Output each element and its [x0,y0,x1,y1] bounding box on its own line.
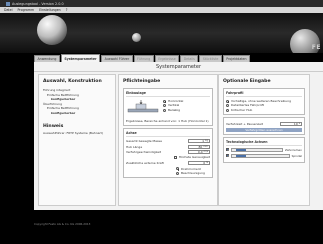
radio-icon [176,171,179,175]
menu-item-datei[interactable]: Datei [4,8,13,12]
genauigkeit-checkbox[interactable]: Höchste Genauigkeit [126,155,210,159]
field-masse: Gesamt bewegte Masse 1 kg [126,139,210,144]
main-panel: Systemparameter Auswahl, Konstruktion Fü… [34,62,323,210]
hub-input[interactable]: 80 mm [188,144,210,149]
technologie-box: Technologische Achsen Zahnriemen Spindel [223,136,305,163]
tab-ergebnisse[interactable]: Ergebnisse [154,55,180,62]
masse-input[interactable]: 1 kg [188,139,210,144]
brand-logo: FE [311,44,321,51]
menu-item-help[interactable]: ? [66,8,68,12]
tab-bar: Anwendung Systemparameter Auswahl Führer… [34,53,323,62]
field-label: Gesamt bewegte Masse [126,139,162,144]
field-zusatz: Zusätzliche externe Kraft 0N [126,161,210,166]
field-label: Zusätzliche externe Kraft [126,161,164,166]
radio-icon [176,167,180,171]
axis-spindel[interactable]: Spindel [226,154,302,158]
checkbox-label: Höchste Genauigkeit [178,155,210,160]
field-label: Hub Länge [126,144,143,149]
copyright-footer: Copyright Festo AG & Co. KG 2006-2013 [34,222,91,226]
radio-icon [163,104,166,108]
radio-icon [226,99,230,103]
fahrprofil-label: Fahrprofil [226,91,302,97]
checkbox-icon [226,148,230,152]
page-title: Systemparameter [34,62,323,72]
richtung-options: Drehmoment Beschleunigung [126,167,210,176]
construction-nav: Führung integriert Einfache Bettführung … [39,86,115,118]
menu-item-programm[interactable]: Programm [18,8,35,12]
radio-label: Beliebig [168,107,181,112]
decorative-sphere [132,33,141,42]
field-verfahrzeit: Verfahrzeit + Pausenzeit 10 s [226,121,302,126]
hinweis-heading: Hinweis [43,123,64,129]
achse-label: Achse [126,131,210,138]
tab-fuehrung[interactable]: Führung [133,55,154,62]
tab-auswahl-fuehrer[interactable]: Auswahl Führer [101,55,133,62]
axis-preview-icon [231,153,290,158]
input-unit: s [298,121,300,125]
geschwindigkeit-input[interactable]: 0,4 m/s [188,149,210,154]
app-icon [6,1,10,6]
field-label: Verfahrzeit + Pausenzeit [226,121,263,126]
left-heading: Auswahl, Konstruktion [43,79,102,84]
tab-systemparameter[interactable]: Systemparameter [60,54,101,62]
axis-preview-icon [231,147,283,152]
input-unit: kg [205,139,208,143]
menu-item-einstellungen[interactable]: Einstellungen [39,8,61,12]
radio-beliebig[interactable]: Beliebig [163,108,183,112]
mounting-diagram-icon [127,100,159,113]
input-unit: m/s [203,149,208,153]
hero-banner: FE [0,13,323,53]
technologie-label: Technologische Achsen [226,140,302,146]
radio-icon [163,99,167,103]
einbaulage-box: Einbaulage Horizontal Vertikal Beliebig … [123,88,213,127]
field-label: Verfahrgeschwindigkeit [126,149,162,154]
decorative-sphere [37,15,67,45]
tab-projektdaten[interactable]: Projektdaten [222,55,251,62]
radio-label: Beschleunigung [181,170,205,175]
radio-icon [163,108,166,112]
field-hub: Hub Länge 80 mm [126,144,210,149]
axis-zahnriemen[interactable]: Zahnriemen [226,148,302,152]
window-title: Auslegungstool - Version 2.0.0 [12,1,64,6]
mid-column: Pflichteingabe Einbaulage Horizontal Ver… [118,74,218,206]
tab-stueckliste[interactable]: Stückliste [199,55,222,62]
einbaulage-note: Ergebnisse, Bereiche anhand von: 1 Hub (… [126,119,209,123]
zusatz-input[interactable]: 0N [188,161,210,166]
axis-label: Zahnriemen [284,147,302,152]
calculate-button[interactable]: Verfahrgrößen ausrechnen [226,127,302,132]
input-value: 0 [203,161,206,166]
mid-heading: Pflichteingabe [123,79,161,84]
radio-icon [226,108,229,112]
hinweis-text: Auswahlführer: FRTP Systeme (Bahnart) [43,130,104,135]
achse-box: Achse Gesamt bewegte Masse 1 kg Hub Länge… [123,128,213,179]
verfahrzeit-box: Verfahrzeit + Pausenzeit 10 s Verfahrgröß… [223,117,305,135]
right-heading: Optionale Eingabe [223,79,271,84]
input-unit: N [206,161,208,165]
radio-fahrprofil-kritisch[interactable]: Kritischer Hub [226,108,302,112]
einbaulage-options: Horizontal Vertikal Beliebig [163,99,183,112]
tab-details[interactable]: Details [180,55,199,62]
left-column: Auswahl, Konstruktion Führung integriert… [38,74,116,206]
checkbox-icon [173,156,177,160]
fahrprofil-box: Fahrprofil Vorhaltige, ohne weiteren Bes… [223,88,305,116]
window-titlebar: Auslegungstool - Version 2.0.0 [0,0,323,7]
nav-item[interactable]: konfigurierbar [43,111,111,116]
field-geschwindigkeit: Verfahrgeschwindigkeit 0,4 m/s [126,149,210,154]
axis-label: Spindel [291,153,302,158]
radio-beschleunigung[interactable]: Beschleunigung [176,171,210,175]
tab-anwendung[interactable]: Anwendung [34,55,60,62]
input-unit: mm [203,144,208,148]
input-value: 0,4 [197,149,203,154]
einbaulage-label: Einbaulage [126,91,210,97]
input-value: 1 [202,139,205,144]
radio-label: Kritischer Hub [231,107,253,112]
input-value: 10 [293,121,298,126]
radio-icon [226,104,229,108]
right-column: Optionale Eingabe Fahrprofil Vorhaltige,… [218,74,310,206]
einbaulage-diagram: Horizontal Vertikal Beliebig [126,99,210,117]
verfahrzeit-input[interactable]: 10 s [280,121,302,126]
input-value: 80 [198,144,203,149]
checkbox-icon [226,154,230,158]
